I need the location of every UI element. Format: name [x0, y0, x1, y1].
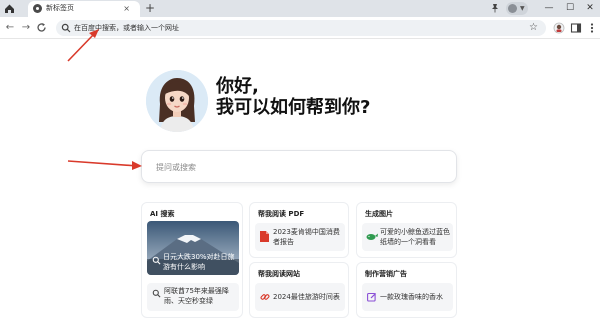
tab-favicon-icon	[33, 4, 42, 13]
profile-icon	[508, 4, 517, 13]
maximize-button[interactable]: ☐	[560, 0, 580, 17]
card-title-read-pdf: 帮我阅读 PDF	[258, 210, 305, 218]
pin-icon[interactable]	[490, 3, 500, 13]
ask-input[interactable]	[156, 159, 436, 175]
card-marketing-ad: 制作营销广告 一款玫瑰香味的香水	[356, 262, 457, 318]
card-title-read-website: 帮我阅读网站	[258, 270, 300, 278]
marketing-ad-item-text: 一款玫瑰香味的香水	[380, 293, 443, 301]
menu-icon[interactable]	[586, 22, 598, 34]
chevron-down-icon: ▼	[520, 5, 525, 12]
assistant-avatar	[146, 70, 208, 132]
ai-search-item[interactable]: 阿联酋75年来最强降雨、天空秒变绿	[147, 283, 239, 311]
annotation-arrow-ask-box	[67, 160, 142, 170]
greeting-line-2: 我可以如何帮到你?	[216, 97, 371, 118]
sidebar-icon[interactable]	[570, 22, 582, 34]
ai-search-hero-text: 日元大跌30%对赴日旅游有什么影响	[163, 253, 235, 271]
reload-icon[interactable]	[36, 22, 47, 33]
card-generate-image: 生成图片 可爱的小鲸鱼透过蓝色纸墙的一个洞看看	[356, 202, 457, 258]
card-title-ai-search: AI 搜索	[150, 210, 175, 218]
card-title-generate-image: 生成图片	[365, 210, 393, 218]
forward-button[interactable]: →	[19, 20, 33, 36]
read-pdf-item-text: 2023麦肯锡中国消费者报告	[273, 228, 340, 246]
card-read-pdf: 帮我阅读 PDF 2023麦肯锡中国消费者报告	[249, 202, 349, 258]
whale-icon	[366, 233, 378, 240]
toolbar: ← → 在百度中搜索，或者输入一个网址 ☆	[0, 17, 600, 39]
generate-image-item[interactable]: 可爱的小鲸鱼透过蓝色纸墙的一个洞看看	[362, 223, 453, 251]
card-read-website: 帮我阅读网站 2024最佳旅游时间表	[249, 262, 349, 318]
marketing-ad-item[interactable]: 一款玫瑰香味的香水	[362, 283, 453, 311]
address-bar[interactable]: 在百度中搜索，或者输入一个网址 ☆	[56, 20, 546, 36]
extension-icon[interactable]	[553, 22, 565, 34]
link-icon	[260, 294, 270, 300]
bookmark-star-icon[interactable]: ☆	[529, 21, 538, 35]
pdf-icon	[260, 231, 269, 242]
search-icon	[61, 23, 71, 33]
read-website-item[interactable]: 2024最佳旅游时间表	[255, 283, 345, 311]
tab-new-tab[interactable]: 新标签页 ×	[28, 1, 140, 17]
ai-search-item-text: 阿联酋75年来最强降雨、天空秒变绿	[164, 287, 229, 305]
ai-search-hero-item[interactable]: 日元大跌30%对赴日旅游有什么影响	[147, 221, 239, 275]
tab-title: 新标签页	[46, 4, 74, 12]
avatar-illustration	[146, 70, 208, 132]
back-button[interactable]: ←	[3, 20, 17, 36]
search-icon	[152, 289, 161, 298]
close-window-button[interactable]: ✕	[580, 0, 600, 17]
new-tab-button[interactable]: +	[145, 0, 155, 16]
greeting-line-1: 你好,	[216, 76, 259, 97]
card-title-marketing-ad: 制作营销广告	[365, 270, 407, 278]
generate-image-item-text: 可爱的小鲸鱼透过蓝色纸墙的一个洞看看	[380, 228, 450, 246]
tab-close-icon[interactable]: ×	[123, 3, 130, 14]
card-ai-search: AI 搜索 日元大跌30%对赴日旅游有什么影响 阿联酋75年来最强降雨、天空秒变…	[141, 202, 243, 318]
minimize-button[interactable]: —	[539, 0, 559, 17]
edit-icon	[367, 292, 377, 302]
read-pdf-item[interactable]: 2023麦肯锡中国消费者报告	[255, 223, 345, 251]
home-icon[interactable]	[3, 2, 16, 15]
search-icon	[152, 256, 161, 265]
read-website-item-text: 2024最佳旅游时间表	[273, 293, 340, 301]
tab-strip: 新标签页 × + ▼ — ☐ ✕	[0, 0, 600, 17]
address-bar-placeholder: 在百度中搜索，或者输入一个网址	[74, 24, 179, 32]
ask-box	[141, 150, 457, 183]
profile-button[interactable]: ▼	[506, 2, 528, 15]
